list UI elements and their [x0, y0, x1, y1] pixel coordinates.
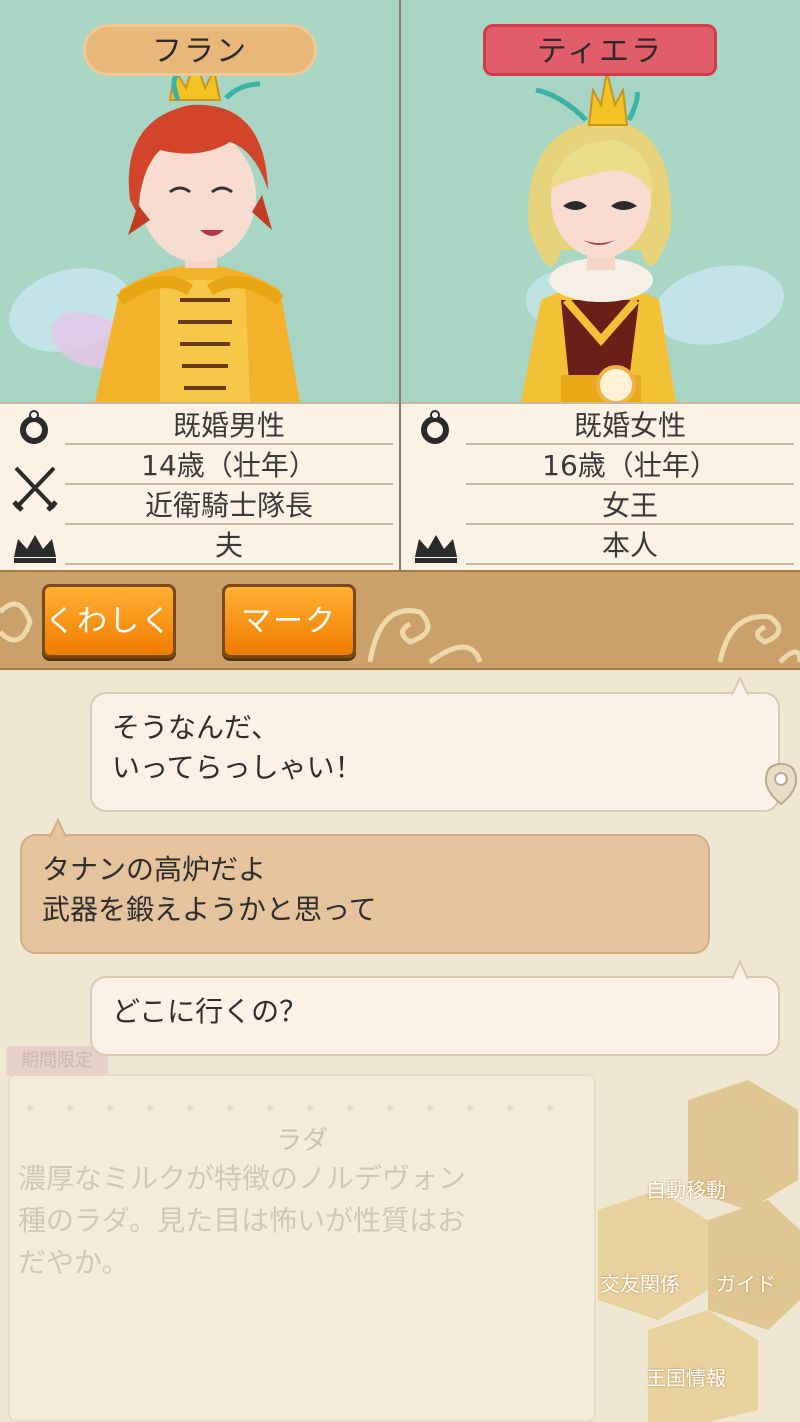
- chat-line: いってらっしゃい！: [112, 751, 363, 784]
- menu-relations[interactable]: 交友関係: [600, 1268, 680, 1297]
- menu-auto-move[interactable]: 自動移動: [646, 1174, 726, 1203]
- item-description-line: 濃厚なミルクが特徴のノルデヴォン: [18, 1162, 467, 1195]
- mark-button[interactable]: マーク: [222, 584, 356, 658]
- action-bar: くわしく マーク: [0, 570, 800, 670]
- age: 14歳（壮年）: [65, 446, 393, 485]
- info-row-relation: 本人: [401, 526, 800, 566]
- item-description-line: だやか。: [18, 1246, 130, 1279]
- menu-guide[interactable]: ガイド: [716, 1268, 776, 1297]
- bubble-tail: [49, 818, 67, 838]
- chat-line: 武器を鍛えようかと思って: [42, 893, 377, 926]
- details-button[interactable]: くわしく: [42, 584, 176, 658]
- character-name-right: ティエラ: [483, 24, 717, 76]
- item-title: ラダ: [275, 1126, 328, 1156]
- bubble-tail: [731, 676, 749, 696]
- occupation: 女王: [466, 486, 794, 525]
- chat-line: そうなんだ、: [112, 711, 280, 744]
- ring-icon: [421, 410, 449, 444]
- marital-status: 既婚男性: [65, 406, 393, 445]
- chat-bubble-right: どこに行くの？: [90, 976, 780, 1056]
- chat-bubble-left: タナンの高炉だよ 武器を鍛えようかと思って: [20, 834, 710, 954]
- menu-kingdom-info[interactable]: 王国情報: [646, 1362, 726, 1391]
- chat-bubble-right: そうなんだ、 いってらっしゃい！: [90, 692, 780, 812]
- info-row-status: 既婚男性: [0, 406, 399, 446]
- info-column-left: 既婚男性 14歳（壮年） 近衛騎士隊長 夫: [0, 404, 399, 572]
- location-pin-icon[interactable]: [764, 762, 798, 806]
- chat-line: どこに行くの？: [112, 995, 308, 1028]
- occupation: 近衛騎士隊長: [65, 486, 393, 525]
- info-row-job: 女王: [401, 486, 800, 526]
- info-row-relation: 夫: [0, 526, 399, 566]
- crown-icon: [14, 535, 56, 563]
- crown-icon: [415, 535, 457, 563]
- info-column-right: 既婚女性 16歳（壮年） 女王 本人: [401, 404, 800, 572]
- bubble-tail: [731, 960, 749, 980]
- panel-divider: [399, 0, 401, 570]
- relationship: 夫: [65, 526, 393, 565]
- item-description: 濃厚なミルクが特徴のノルデヴォン 種のラダ。見た目は怖いが性質はお だやか。: [18, 1158, 518, 1284]
- item-description-line: 種のラダ。見た目は怖いが性質はお: [18, 1204, 466, 1237]
- limited-time-badge: 期間限定: [6, 1046, 108, 1076]
- character-name-left: フラン: [83, 24, 317, 76]
- ring-icon: [20, 410, 48, 444]
- relationship: 本人: [466, 526, 794, 565]
- marital-status: 既婚女性: [466, 406, 794, 445]
- info-row-status: 既婚女性: [401, 406, 800, 446]
- age: 16歳（壮年）: [466, 446, 794, 485]
- info-row-age: 16歳（壮年）: [401, 446, 800, 486]
- info-row-job: 近衛騎士隊長: [0, 486, 399, 526]
- chat-line: タナンの高炉だよ: [42, 853, 267, 886]
